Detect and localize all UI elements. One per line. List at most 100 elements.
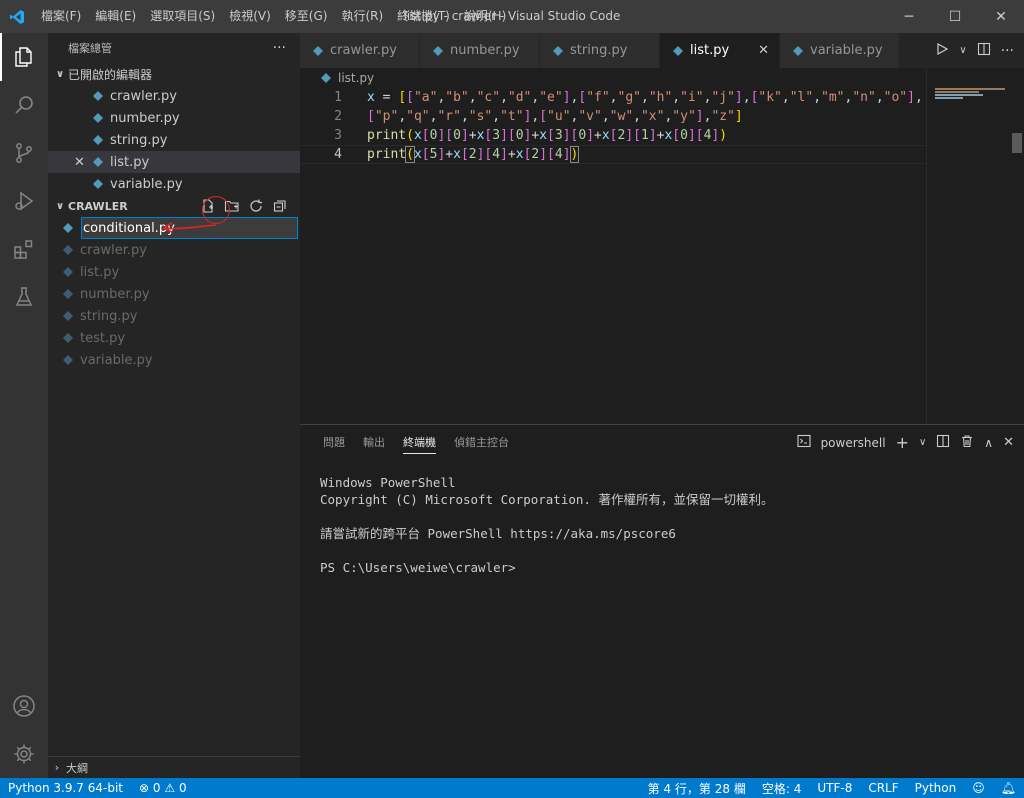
close-window-button[interactable]: ✕ — [978, 0, 1024, 33]
account-icon[interactable] — [0, 682, 48, 730]
project-file[interactable]: test.py — [48, 327, 300, 349]
line-number: 4 — [334, 147, 342, 162]
code-text: ["p","q","r","s","t"],["u","v","w","x","… — [367, 109, 743, 124]
tab-number[interactable]: number.py — [420, 33, 540, 68]
split-terminal-icon[interactable] — [936, 434, 950, 451]
project-file[interactable]: variable.py — [48, 349, 300, 371]
run-icon[interactable] — [935, 42, 949, 59]
maximize-button[interactable]: ☐ — [932, 0, 978, 33]
python-file-icon — [552, 45, 564, 57]
code-text: x = [["a","b","c","d","e"],["f","g","h",… — [367, 90, 923, 105]
project-file[interactable]: crawler.py — [48, 239, 300, 261]
code-text: print(x[5]+x[2][4]+x[2][4]) — [367, 146, 580, 163]
menu-run[interactable]: 執行(R) — [334, 0, 390, 33]
menu-help[interactable]: 說明(H) — [457, 0, 513, 33]
tab-label: string.py — [570, 43, 628, 58]
breadcrumb-file: list.py — [338, 71, 375, 85]
python-file-icon — [92, 112, 104, 124]
search-icon[interactable] — [0, 81, 48, 129]
rename-row — [48, 217, 300, 239]
more-actions-icon[interactable]: ··· — [1001, 43, 1014, 59]
open-editor-item[interactable]: number.py — [48, 107, 300, 129]
project-file[interactable]: string.py — [48, 305, 300, 327]
menu-view[interactable]: 檢視(V) — [222, 0, 278, 33]
close-panel-icon[interactable]: ✕ — [1003, 435, 1014, 450]
project-section[interactable]: ∨ CRAWLER — [48, 195, 300, 217]
encoding[interactable]: UTF-8 — [809, 781, 860, 795]
source-control-icon[interactable] — [0, 129, 48, 177]
outline-label: 大綱 — [66, 761, 88, 775]
open-editor-item[interactable]: variable.py — [48, 173, 300, 195]
minimize-button[interactable]: ─ — [886, 0, 932, 33]
close-icon[interactable]: ✕ — [74, 155, 85, 170]
chevron-down-icon[interactable]: ∨ — [959, 45, 966, 56]
terminal-line: Copyright (C) Microsoft Corporation. 著作權… — [320, 492, 774, 507]
python-file-icon — [62, 288, 74, 300]
gear-icon[interactable] — [0, 730, 48, 778]
menu-edit[interactable]: 編輯(E) — [88, 0, 143, 33]
editor-actions: ∨ ··· — [935, 33, 1024, 68]
more-actions-button[interactable]: ··· — [273, 40, 286, 56]
menu-selection[interactable]: 選取項目(S) — [143, 0, 222, 33]
error-count: 0 — [152, 781, 161, 795]
project-label: CRAWLER — [68, 199, 128, 213]
tab-string[interactable]: string.py — [540, 33, 660, 68]
code-editor[interactable]: 1 x = [["a","b","c","d","e"],["f","g","h… — [300, 88, 926, 424]
collapse-all-icon[interactable] — [272, 198, 288, 214]
python-file-icon — [62, 332, 74, 344]
chevron-down-icon[interactable]: ∨ — [919, 437, 926, 448]
editor-scrollbar[interactable] — [1010, 68, 1024, 424]
tab-terminal[interactable]: 終端機 — [394, 425, 445, 460]
python-file-icon — [92, 156, 104, 168]
python-file-icon — [62, 354, 74, 366]
line-number: 1 — [334, 90, 342, 105]
breadcrumb[interactable]: list.py — [300, 68, 1024, 88]
explorer-icon[interactable] — [0, 33, 48, 81]
outline-section[interactable]: › 大綱 — [48, 756, 300, 778]
tab-list[interactable]: list.py ✕ — [660, 33, 780, 68]
tab-crawler[interactable]: crawler.py — [300, 33, 420, 68]
tab-variable[interactable]: variable.py — [780, 33, 900, 68]
title-bar: 檔案(F) 編輯(E) 選取項目(S) 檢視(V) 移至(G) 執行(R) 終端… — [0, 0, 1024, 33]
menu-file[interactable]: 檔案(F) — [34, 0, 88, 33]
open-editor-item[interactable]: string.py — [48, 129, 300, 151]
language-mode[interactable]: Python — [907, 781, 965, 795]
close-tab-icon[interactable]: ✕ — [758, 43, 769, 58]
terminal-line: Windows PowerShell — [320, 475, 456, 490]
line-number: 2 — [334, 109, 342, 124]
menu-go[interactable]: 移至(G) — [278, 0, 335, 33]
project-file[interactable]: number.py — [48, 283, 300, 305]
tab-output[interactable]: 輸出 — [354, 425, 394, 460]
line-ending[interactable]: CRLF — [860, 781, 906, 795]
new-terminal-icon[interactable]: + — [896, 433, 909, 452]
bell-icon[interactable]: 🔔︎ — [993, 781, 1024, 795]
refresh-icon[interactable] — [248, 198, 264, 214]
minimap[interactable] — [926, 68, 1010, 424]
chevron-right-icon: › — [54, 761, 60, 774]
maximize-panel-icon[interactable]: ∧ — [984, 436, 993, 450]
tab-problems[interactable]: 問題 — [314, 425, 354, 460]
run-debug-icon[interactable] — [0, 177, 48, 225]
indentation[interactable]: 空格: 4 — [754, 780, 810, 797]
open-editor-item[interactable]: crawler.py — [48, 85, 300, 107]
terminal-output[interactable]: Windows PowerShell Copyright (C) Microso… — [300, 460, 1024, 590]
trash-icon[interactable] — [960, 434, 974, 451]
extensions-icon[interactable] — [0, 225, 48, 273]
cursor-position[interactable]: 第 4 行，第 28 欄 — [640, 780, 754, 797]
python-file-icon — [92, 90, 104, 102]
menu-terminal[interactable]: 終端機(T) — [390, 0, 457, 33]
tab-debug-console[interactable]: 偵錯主控台 — [445, 425, 518, 460]
python-file-icon — [62, 244, 74, 256]
split-editor-icon[interactable] — [977, 42, 991, 59]
project-file[interactable]: list.py — [48, 261, 300, 283]
shell-selector[interactable]: powershell — [821, 436, 886, 450]
problems-indicator[interactable]: ⊗ 0 ⚠ 0 — [131, 781, 195, 795]
python-file-icon — [62, 310, 74, 322]
python-interpreter[interactable]: Python 3.9.7 64-bit — [0, 781, 131, 795]
open-editor-item-active[interactable]: ✕ list.py — [48, 151, 300, 173]
open-editors-section[interactable]: ∨ 已開啟的編輯器 — [48, 63, 300, 85]
feedback-icon[interactable]: ☺ — [964, 781, 993, 795]
explorer-sidebar: 檔案總管 ··· ∨ 已開啟的編輯器 crawler.py number.py … — [48, 33, 300, 778]
testing-icon[interactable] — [0, 273, 48, 321]
